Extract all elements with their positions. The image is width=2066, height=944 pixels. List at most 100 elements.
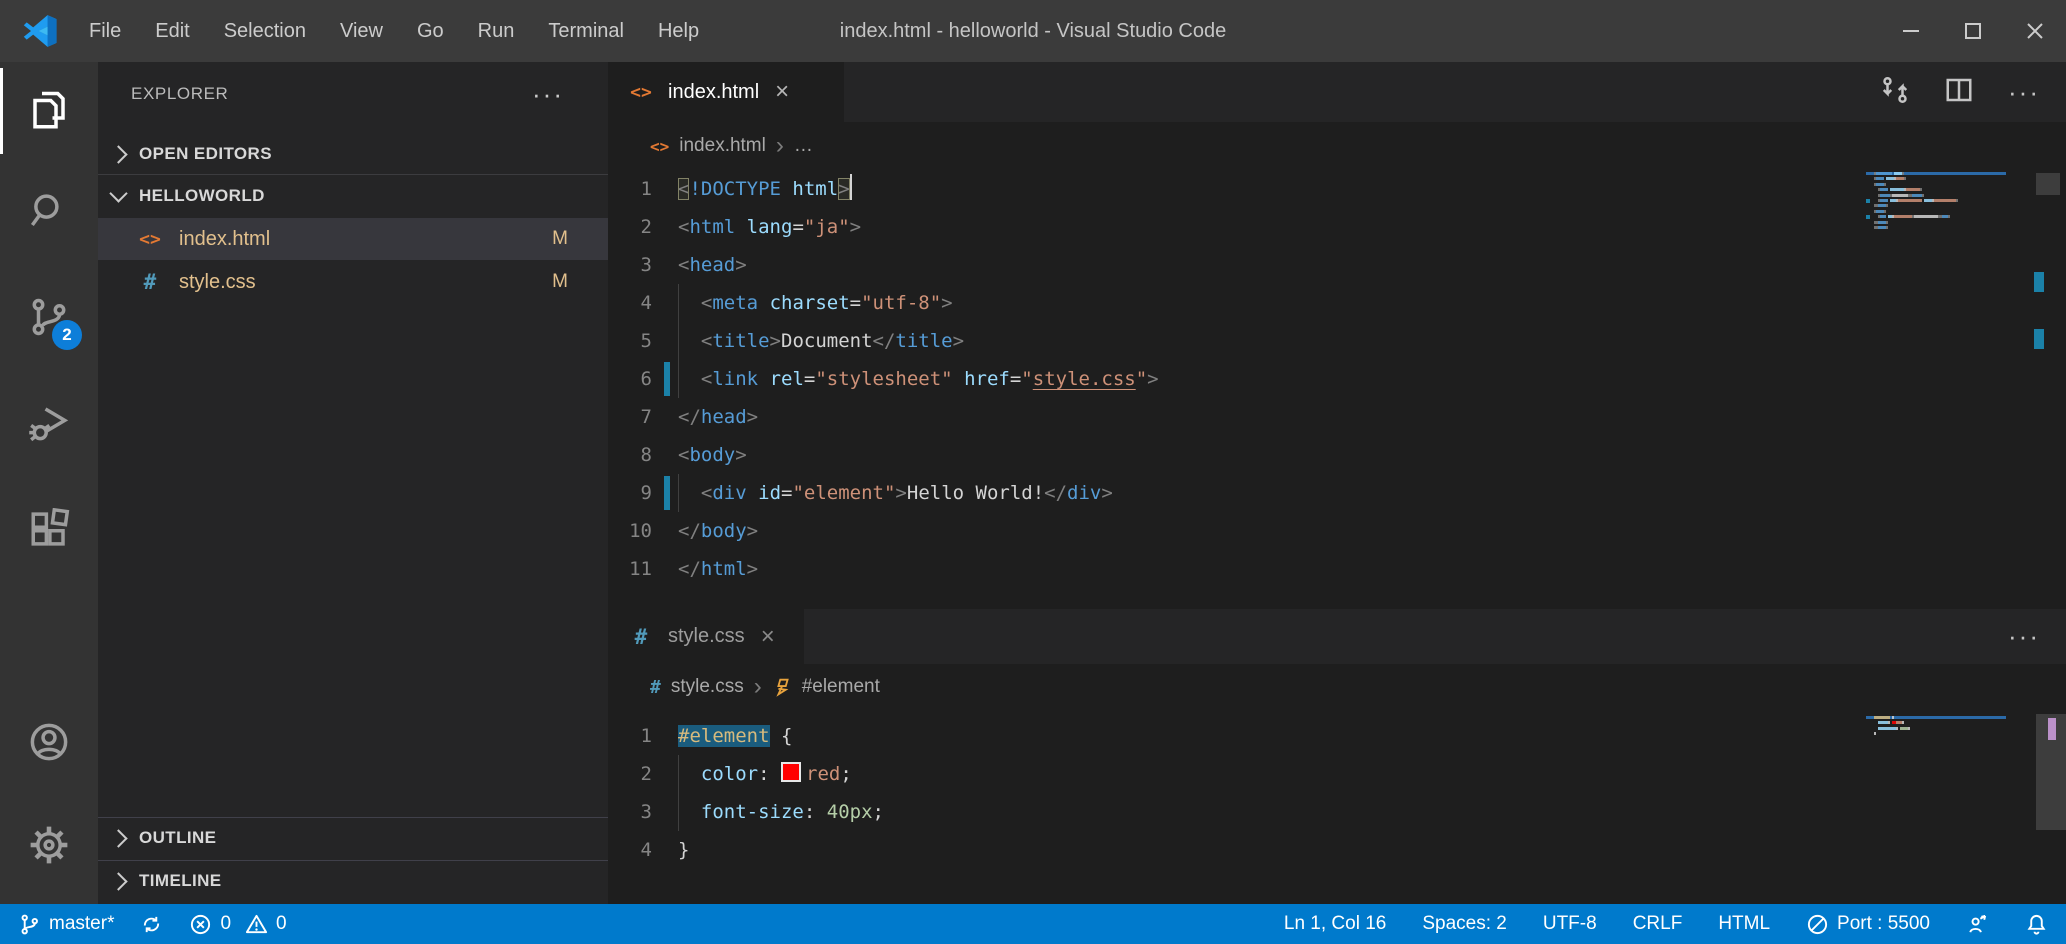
line-number: 10 <box>608 512 652 550</box>
explorer-icon[interactable] <box>0 68 98 154</box>
search-icon[interactable] <box>0 168 98 254</box>
line-number: 1 <box>608 170 652 208</box>
menu-go[interactable]: Go <box>400 0 461 62</box>
menu-terminal[interactable]: Terminal <box>531 0 641 62</box>
tab-style-css[interactable]: # style.css × <box>608 609 804 664</box>
minimap-line <box>1866 716 2006 719</box>
scm-badge: 2 <box>52 320 82 350</box>
split-editor-icon[interactable] <box>1944 75 1974 110</box>
git-branch-status[interactable]: master* <box>18 913 114 936</box>
errors-icon <box>189 913 212 936</box>
code-line[interactable]: 7</head> <box>608 398 1858 436</box>
breadcrumb-item-symbol[interactable]: … <box>794 135 813 157</box>
notifications-bell-icon[interactable] <box>2025 913 2048 936</box>
breadcrumb-separator: › <box>776 134 784 158</box>
code-line[interactable]: 8<body> <box>608 436 1858 474</box>
code-line[interactable]: 10</body> <box>608 512 1858 550</box>
menu-selection[interactable]: Selection <box>207 0 323 62</box>
timeline-section[interactable]: TIMELINE <box>98 860 608 901</box>
code-line[interactable]: 4} <box>608 831 1858 869</box>
window-title: index.html - helloworld - Visual Studio … <box>840 20 1227 43</box>
run-debug-icon[interactable] <box>0 380 98 466</box>
code-line[interactable]: 4 <meta charset="utf-8"> <box>608 284 1858 322</box>
maximize-button[interactable] <box>1942 0 2004 62</box>
minimap-line <box>1874 221 1888 224</box>
code-line[interactable]: 6 <link rel="stylesheet" href="style.css… <box>608 360 1858 398</box>
minimap-modified-mark <box>1866 199 1870 203</box>
more-actions-icon[interactable]: ··· <box>2008 621 2040 652</box>
breadcrumb-item-symbol[interactable]: #element <box>802 676 880 698</box>
file-item-index-html[interactable]: <> index.html M <box>98 218 608 260</box>
code-line[interactable]: 11</html> <box>608 550 1858 588</box>
minimap-line <box>1866 172 2006 175</box>
minimap-line <box>1874 194 1924 197</box>
code-line[interactable]: 2<html lang="ja"> <box>608 208 1858 246</box>
minimap-pane1[interactable] <box>1866 172 2006 238</box>
warnings-icon <box>245 913 268 936</box>
tab-label: style.css <box>668 625 745 648</box>
live-server-port-status[interactable]: Port : 5500 <box>1806 913 1930 936</box>
code-text: } <box>678 831 689 869</box>
code-line[interactable]: 5 <title>Document</title> <box>608 322 1858 360</box>
overview-highlight-mark <box>2048 718 2056 740</box>
sync-status[interactable] <box>140 913 163 936</box>
code-editor-index-html[interactable]: 1<!DOCTYPE html>2<html lang="ja">3<head>… <box>608 170 1858 610</box>
file-item-style-css[interactable]: # style.css M <box>98 261 608 303</box>
code-line[interactable]: 9 <div id="element">Hello World!</div> <box>608 474 1858 512</box>
problems-status[interactable]: 0 0 <box>189 913 286 936</box>
code-line[interactable]: 2 color: red; <box>608 755 1858 793</box>
menu-run[interactable]: Run <box>461 0 532 62</box>
vscode-logo-icon <box>22 13 58 49</box>
indentation-status[interactable]: Spaces: 2 <box>1422 913 1507 935</box>
breadcrumb-item-file[interactable]: index.html <box>679 135 766 157</box>
minimize-button[interactable] <box>1880 0 1942 62</box>
code-line[interactable]: 3<head> <box>608 246 1858 284</box>
folder-section-helloworld[interactable]: HELLOWORLD <box>98 176 608 216</box>
code-editor-style-css[interactable]: 1#element {2 color: red;3 font-size: 40p… <box>608 717 1858 877</box>
line-number: 5 <box>608 322 652 360</box>
open-editors-section[interactable]: OPEN EDITORS <box>98 134 608 174</box>
line-number: 7 <box>608 398 652 436</box>
account-icon[interactable] <box>0 699 98 785</box>
outline-label: OUTLINE <box>139 828 216 848</box>
eol-status[interactable]: CRLF <box>1633 913 1683 935</box>
breadcrumb-item-file[interactable]: style.css <box>671 676 744 698</box>
encoding-status[interactable]: UTF-8 <box>1543 913 1597 935</box>
menu-help[interactable]: Help <box>641 0 716 62</box>
tab-close-icon[interactable]: × <box>775 80 789 104</box>
tab-index-html[interactable]: <> index.html × <box>608 62 844 122</box>
code-line[interactable]: 1#element { <box>608 717 1858 755</box>
scrollbar-thumb[interactable] <box>2036 173 2060 195</box>
css-file-icon: # <box>650 677 661 698</box>
sidebar-more-actions[interactable]: ··· <box>532 76 564 112</box>
close-button[interactable] <box>2004 0 2066 62</box>
outline-section[interactable]: OUTLINE <box>98 817 608 858</box>
extensions-icon[interactable] <box>0 486 98 572</box>
line-number: 11 <box>608 550 652 588</box>
git-modified-badge: M <box>552 228 568 250</box>
activity-bar: 2 <box>0 62 98 904</box>
more-actions-icon[interactable]: ··· <box>2008 77 2040 108</box>
menu-edit[interactable]: Edit <box>138 0 206 62</box>
folder-label: HELLOWORLD <box>139 186 265 206</box>
source-control-icon[interactable]: 2 <box>0 274 98 360</box>
minimap-pane2[interactable] <box>1866 716 2006 742</box>
feedback-icon[interactable] <box>1966 913 1989 936</box>
code-text: color: red; <box>678 755 852 793</box>
open-changes-icon[interactable] <box>1880 75 1910 110</box>
line-number: 2 <box>608 208 652 246</box>
menu-view[interactable]: View <box>323 0 400 62</box>
code-line[interactable]: 1<!DOCTYPE html> <box>608 170 1858 208</box>
gutter-modified-indicator <box>664 476 670 510</box>
settings-gear-icon[interactable] <box>0 802 98 888</box>
code-line[interactable]: 3 font-size: 40px; <box>608 793 1858 831</box>
color-swatch[interactable] <box>781 762 801 782</box>
line-number: 9 <box>608 474 652 512</box>
section-divider <box>98 174 608 175</box>
minimap-line <box>1874 177 1906 180</box>
cursor-position-status[interactable]: Ln 1, Col 16 <box>1284 913 1386 935</box>
tab-close-icon[interactable]: × <box>761 625 775 649</box>
language-mode-status[interactable]: HTML <box>1718 913 1770 935</box>
breadcrumb-pane2: # style.css › #element <box>608 664 2066 710</box>
menu-file[interactable]: File <box>72 0 138 62</box>
